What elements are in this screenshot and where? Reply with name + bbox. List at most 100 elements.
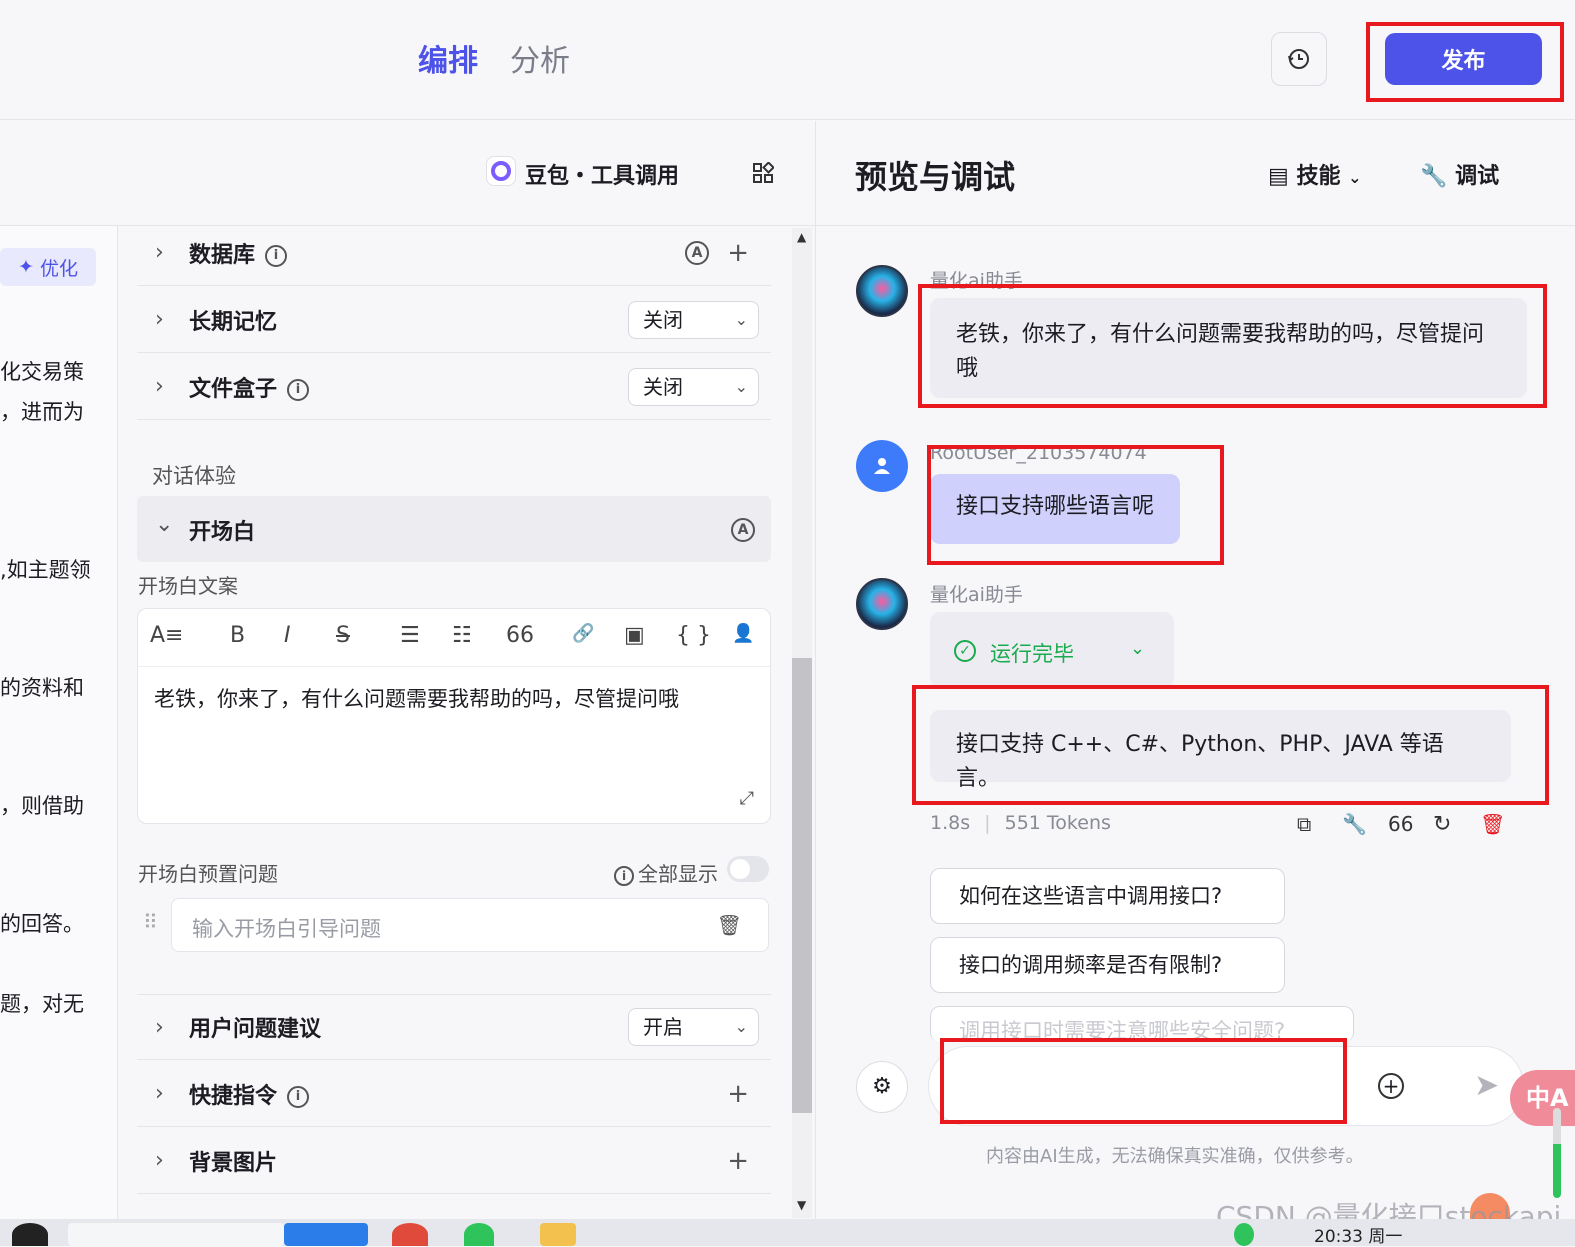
bold-icon[interactable]: B xyxy=(230,623,245,648)
row-opening[interactable]: ⌄ 开场白 A xyxy=(137,496,771,562)
prompt-fragment: 的回答。 xyxy=(0,912,84,936)
user-icon xyxy=(874,458,890,474)
show-all-toggle[interactable] xyxy=(727,856,769,882)
long-memory-select[interactable]: 关闭 ⌄ xyxy=(628,300,759,339)
quote-icon[interactable]: 66 xyxy=(506,623,534,648)
wrench-icon[interactable]: 🔧 xyxy=(1342,812,1367,836)
link-icon[interactable]: 🔗 xyxy=(572,623,594,644)
trash-icon[interactable]: 🗑 xyxy=(717,913,742,937)
chevron-right-icon: › xyxy=(155,1014,164,1040)
strikethrough-icon[interactable]: S xyxy=(336,623,350,648)
folder-icon[interactable] xyxy=(540,1223,576,1246)
message-meta: 1.8s | 551 Tokens xyxy=(930,812,1111,834)
taskbar-app-active[interactable] xyxy=(284,1223,368,1246)
opening-label: 开场白 xyxy=(189,520,256,545)
robot-icon[interactable]: ⚙ xyxy=(856,1061,908,1113)
chevron-down-icon: ⌄ xyxy=(1348,168,1362,187)
editor-toolbar: A≡ B I S ☰ ☷ 66 🔗 ▣ { } 👤 xyxy=(138,609,770,667)
user-avatar xyxy=(856,440,908,492)
row-background-image[interactable]: › 背景图片 + xyxy=(137,1128,771,1194)
row-user-suggestions[interactable]: › 用户问题建议 开启 ⌄ xyxy=(137,994,771,1060)
tray-icon[interactable] xyxy=(1234,1223,1254,1246)
model-bar xyxy=(0,121,815,226)
preset-question-input[interactable]: 输入开场白引导问题 🗑 xyxy=(171,898,769,952)
progress-indicator xyxy=(1553,1108,1561,1198)
translate-button[interactable]: 中A xyxy=(1510,1070,1575,1126)
history-icon xyxy=(1288,49,1309,69)
preset-questions-label: 开场白预置问题 xyxy=(138,862,278,886)
chat-app-icon[interactable] xyxy=(464,1223,494,1246)
taskbar-app[interactable] xyxy=(68,1223,284,1246)
start-icon[interactable] xyxy=(12,1223,48,1246)
prompt-fragment: ，则借助 xyxy=(0,794,84,818)
file-box-select[interactable]: 关闭 ⌄ xyxy=(628,367,759,406)
highlight-box-message-1 xyxy=(918,284,1547,408)
code-icon[interactable]: { } xyxy=(676,623,711,648)
taskbar-clock: 20:33 周一 xyxy=(1314,1227,1403,1247)
optimize-button[interactable]: ✦ 优化 xyxy=(0,248,96,286)
quote-icon[interactable]: 66 xyxy=(1388,812,1413,836)
info-icon: i xyxy=(614,865,634,886)
italic-icon[interactable]: I xyxy=(284,623,291,648)
add-icon[interactable]: + xyxy=(727,238,749,268)
numbered-list-icon[interactable]: ☷ xyxy=(452,623,472,648)
suggestion-chip[interactable]: 接口的调用频率是否有限制? xyxy=(930,937,1285,993)
debug-button[interactable]: 🔧 调试 xyxy=(1420,158,1499,190)
add-attachment-icon[interactable]: + xyxy=(1378,1073,1404,1099)
highlight-box-publish xyxy=(1366,22,1564,102)
row-file-box[interactable]: › 文件盒子 i 关闭 ⌄ xyxy=(137,354,771,420)
opening-copy-label: 开场白文案 xyxy=(138,574,238,598)
copy-icon[interactable]: ⧉ xyxy=(1297,812,1311,836)
prompt-fragment: 的资料和 xyxy=(0,676,84,700)
user-variable-icon[interactable]: 👤 xyxy=(732,623,754,644)
chevron-right-icon: › xyxy=(155,374,164,399)
user-suggestions-select[interactable]: 开启 ⌄ xyxy=(628,1008,759,1046)
bot-avatar xyxy=(856,265,908,317)
drag-handle-icon[interactable]: ⠿ xyxy=(143,910,158,934)
scroll-up-icon[interactable]: ▲ xyxy=(797,230,806,244)
send-icon[interactable]: ➤ xyxy=(1474,1068,1499,1103)
run-status[interactable]: ✓ 运行完毕 ⌄ xyxy=(930,612,1174,688)
skills-button[interactable]: ▤ 技能 ⌄ xyxy=(1268,158,1362,190)
sparkle-icon: ✦ xyxy=(18,256,34,278)
suggestion-chip[interactable]: 如何在这些语言中调用接口? xyxy=(930,868,1285,924)
show-all-label: i 全部显示 xyxy=(614,858,718,887)
shortcuts-label: 快捷指令 xyxy=(189,1083,278,1109)
chevron-right-icon: › xyxy=(155,307,164,332)
auto-icon[interactable]: A xyxy=(685,240,709,265)
preview-title: 预览与调试 xyxy=(855,158,1016,196)
text-style-icon[interactable]: A≡ xyxy=(150,623,183,648)
chevron-right-icon: › xyxy=(155,240,164,265)
refresh-icon[interactable]: ↻ xyxy=(1433,812,1451,837)
row-long-memory[interactable]: › 长期记忆 关闭 ⌄ xyxy=(137,287,771,353)
prompt-editor-strip: ✦ 优化 化交易策 ，进而为 ,如主题领 的资料和 ，则借助 的回答。 题，对无 xyxy=(0,226,118,1221)
tab-analysis[interactable]: 分析 xyxy=(510,36,570,80)
bot-avatar xyxy=(856,578,908,630)
opening-text[interactable]: 老铁，你来了，有什么问题需要我帮助的吗，尽管提问哦 xyxy=(154,683,679,713)
suggestion-chip[interactable]: 调用接口时需要注意哪些安全问题? xyxy=(930,1006,1354,1042)
add-icon[interactable]: + xyxy=(727,1079,749,1109)
opening-editor[interactable]: A≡ B I S ☰ ☷ 66 🔗 ▣ { } 👤 老铁，你来了，有什么问题需要… xyxy=(137,608,771,824)
bullet-list-icon[interactable]: ☰ xyxy=(400,623,420,648)
tab-arrange[interactable]: 编排 xyxy=(418,36,478,80)
skills-icon: ▤ xyxy=(1268,164,1289,189)
scrollbar-thumb[interactable] xyxy=(792,658,812,1113)
model-selector[interactable]: 豆包・工具调用 xyxy=(525,158,679,190)
add-icon[interactable]: + xyxy=(727,1146,749,1176)
expand-icon[interactable]: ⤢ xyxy=(740,788,754,809)
delete-icon[interactable]: 🗑 xyxy=(1480,812,1505,836)
chevron-down-icon: ⌄ xyxy=(155,512,174,537)
chevron-down-icon: ⌄ xyxy=(734,376,748,396)
image-icon[interactable]: ▣ xyxy=(624,623,645,648)
scroll-down-icon[interactable]: ▼ xyxy=(797,1198,806,1212)
info-icon[interactable]: i xyxy=(287,1085,310,1108)
row-shortcuts[interactable]: › 快捷指令 i + xyxy=(137,1061,771,1127)
grid-icon[interactable] xyxy=(752,161,775,190)
browser-icon[interactable] xyxy=(392,1223,428,1246)
info-icon[interactable]: i xyxy=(265,244,288,267)
auto-icon[interactable]: A xyxy=(731,518,755,542)
history-button[interactable] xyxy=(1271,32,1327,86)
database-label: 数据库 xyxy=(189,242,256,268)
info-icon[interactable]: i xyxy=(287,378,310,401)
row-database[interactable]: › 数据库 i A + xyxy=(137,220,771,286)
